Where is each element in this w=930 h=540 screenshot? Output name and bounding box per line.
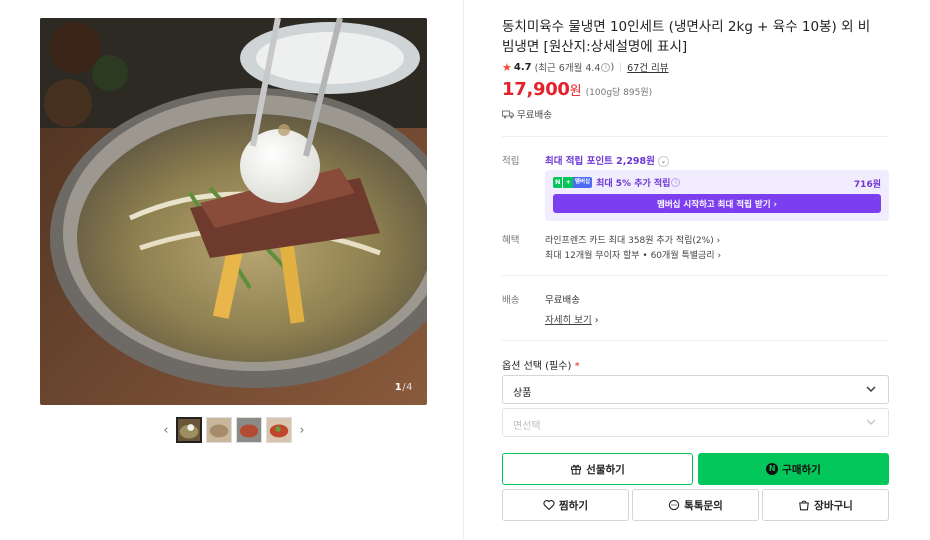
price-row: 17,900 원 (100g당 895원) [502, 79, 652, 100]
separator [620, 62, 622, 72]
required-mark: * [574, 361, 580, 372]
installment-benefit-link[interactable]: 최대 12개월 무이자 할부 • 60개월 특별금리 › [545, 248, 721, 261]
delivery-label: 배송 [502, 295, 520, 306]
thumbnail-image [207, 418, 231, 442]
thumbnail-4[interactable] [266, 417, 292, 443]
benefits-label: 혜택 [502, 235, 520, 246]
chat-bubble-icon [669, 499, 680, 511]
gift-button-label: 선물하기 [586, 463, 625, 476]
divider [502, 136, 889, 137]
naengmyeon-photo [40, 18, 427, 405]
delivery-detail-row[interactable]: 자세히 보기 › [545, 312, 599, 326]
price-currency: 원 [569, 84, 582, 99]
chevron-down-icon[interactable]: ⌄ [657, 156, 669, 167]
membership-promo-box: N + 멤버십 최대 5% 추가 적립 i 716원 멤버십 시작하고 최대 적립 … [545, 170, 889, 221]
thumbnail-image [267, 418, 291, 442]
product-gallery: 1/4 ‹ › [0, 0, 464, 540]
rating-value: 4.7 [513, 61, 532, 73]
membership-start-button[interactable]: 멤버십 시작하고 최대 적립 받기 › [553, 194, 881, 213]
heart-icon [543, 500, 555, 511]
chevron-down-icon [866, 386, 876, 392]
thumbnail-1[interactable] [176, 417, 202, 443]
panel-divider [463, 0, 464, 540]
review-count-link[interactable]: 67건 리뷰 [627, 60, 668, 74]
buy-button-label: 구매하기 [782, 463, 821, 476]
delivery-value: 무료배송 [545, 295, 580, 306]
membership-promo-header: N + 멤버십 최대 5% 추가 적립 i [553, 176, 681, 189]
info-icon[interactable]: i [671, 178, 681, 187]
max-points-row[interactable]: 최대 적립 포인트 2,298원 ⌄ [545, 153, 669, 167]
option-select-label: 옵션 선택 (필수) * [502, 357, 580, 372]
cart-button[interactable]: 장바구니 [762, 489, 889, 521]
chevron-down-icon [866, 419, 876, 425]
thumbnail-3[interactable] [236, 417, 262, 443]
card-benefit-link[interactable]: 라인프렌즈 카드 최대 358원 추가 적립(2%) › [545, 233, 720, 246]
max-points-text: 최대 적립 포인트 2,298원 [545, 156, 655, 167]
divider [502, 340, 889, 341]
cart-button-label: 장바구니 [814, 499, 853, 512]
unit-price: (100g당 895원) [585, 88, 653, 98]
star-icon: ★ [502, 60, 512, 74]
talktalk-inquiry-button[interactable]: 톡톡문의 [632, 489, 759, 521]
points-label: 적립 [502, 156, 520, 167]
shipping-badge-text: 무료배송 [517, 110, 552, 121]
naver-pay-icon: N [766, 463, 779, 475]
thumbnail-strip: ‹ › [160, 416, 308, 444]
wish-button[interactable]: 찜하기 [502, 489, 629, 521]
chevron-right-icon[interactable]: › [296, 417, 308, 443]
gift-icon [571, 464, 582, 475]
shopping-bag-icon [799, 500, 809, 511]
talktalk-button-label: 톡톡문의 [684, 499, 723, 512]
buy-button[interactable]: N 구매하기 [698, 453, 889, 485]
info-icon[interactable]: i [601, 62, 611, 72]
image-counter-total: /4 [402, 382, 413, 393]
thumbnail-image [178, 419, 200, 441]
option-label-text: 옵션 선택 (필수) [502, 361, 572, 372]
thumbnail-image [237, 418, 261, 442]
product-title: 동치미육수 물냉면 10인세트 (냉면사리 2kg + 육수 10봉) 외 비빔… [502, 19, 871, 55]
truck-icon [502, 110, 514, 118]
membership-promo-amount: 716원 [853, 180, 881, 190]
chevron-left-icon[interactable]: ‹ [160, 417, 172, 443]
wish-button-label: 찜하기 [559, 499, 588, 512]
noodle-option-select[interactable]: 면선택 [502, 408, 889, 437]
recent-rating: (최근 6개월 4.4 [534, 63, 601, 74]
price-value: 17,900 [502, 79, 570, 100]
image-counter: 1/4 [395, 382, 413, 393]
divider [502, 275, 889, 276]
badge-tag: 멤버십 [572, 177, 593, 188]
naver-plus-membership-badge: N + 멤버십 [553, 177, 593, 188]
shipping-badge-row: 무료배송 [502, 107, 552, 121]
thumbnail-2[interactable] [206, 417, 232, 443]
product-option-select[interactable]: 상품 [502, 375, 889, 404]
product-option-value: 상품 [513, 388, 532, 399]
badge-plus: + [562, 177, 573, 188]
noodle-option-placeholder: 면선택 [513, 421, 541, 432]
delivery-detail-link[interactable]: 자세히 보기 [545, 315, 592, 326]
chevron-right-icon: › [594, 315, 599, 326]
membership-promo-text: 최대 5% 추가 적립 [596, 179, 671, 189]
gift-button[interactable]: 선물하기 [502, 453, 693, 485]
recent-rating-close: ) [610, 61, 615, 73]
badge-n: N [553, 177, 563, 188]
product-main-image[interactable]: 1/4 [40, 18, 427, 405]
rating-row: ★ 4.7 (최근 6개월 4.4 i ) 67건 리뷰 [502, 60, 669, 75]
